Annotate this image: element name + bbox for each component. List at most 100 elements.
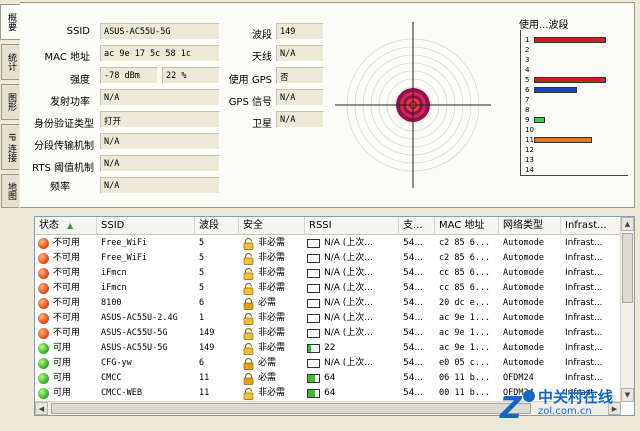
tab-map[interactable]: 地图 <box>1 174 19 208</box>
col-header-rssi[interactable]: RSSI <box>305 217 399 235</box>
vertical-scroll-thumb[interactable] <box>622 233 633 303</box>
band-channel-label: 12 <box>525 146 534 154</box>
infrastructure-cell: Infrast... <box>565 283 603 293</box>
col-header-status[interactable]: 状态 ▲ <box>35 217 97 235</box>
security-cell: 非必需 <box>243 266 305 281</box>
col-header-ssid[interactable]: SSID <box>97 217 195 235</box>
tab-label: 图形 <box>6 93 16 111</box>
unavailable-icon <box>38 238 49 249</box>
band-channel-label: 9 <box>525 116 530 124</box>
scroll-up-button[interactable]: ▲ <box>621 217 634 231</box>
col-header-rate[interactable]: 支... <box>399 217 435 235</box>
horizontal-scroll-thumb[interactable] <box>51 403 531 414</box>
security-cell: 必需 <box>243 371 305 386</box>
status-text: 不可用 <box>53 328 81 338</box>
network-type-cell: Automode <box>503 313 544 323</box>
table-row[interactable]: 不可用 ASUS-AC55U-2.4G 1 非必需 N/A (上次... 54... ac … <box>35 311 621 326</box>
antenna-label: 天线 <box>252 52 272 63</box>
security-cell: 非必需 <box>243 341 305 356</box>
unavailable-icon <box>38 313 49 324</box>
rssi-text: N/A (上次... <box>324 358 373 368</box>
status-cell: 可用 <box>35 371 97 386</box>
svg-text:Z: Z <box>499 391 523 426</box>
status-text: 不可用 <box>53 268 81 278</box>
table-row[interactable]: 不可用 ASUS-AC55U-5G 149 非必需 N/A (上次... 54... ac … <box>35 326 621 341</box>
rts-threshold-label: RTS 阈值机制 <box>32 163 94 174</box>
col-header-mac[interactable]: MAC 地址 <box>435 217 499 235</box>
table-row[interactable]: 不可用 iFmcn 5 非必需 N/A (上次... 54... cc 85 6... Aut… <box>35 281 621 296</box>
band-channel-label: 4 <box>525 66 530 74</box>
tab-ip-connection[interactable]: IP 连接 <box>1 124 19 170</box>
rate-cell: 54... <box>403 328 424 338</box>
infrastructure-cell: Infrast... <box>565 268 603 278</box>
vertical-scrollbar[interactable]: ▲ ▼ <box>620 217 634 402</box>
available-icon <box>38 358 49 369</box>
mac-cell: ac 9e 1... <box>439 313 491 323</box>
rate-cell: 54... <box>403 343 424 353</box>
security-text: 非必需 <box>258 313 286 323</box>
lock-icon <box>243 327 254 340</box>
tab-overview[interactable]: 概要 <box>0 4 20 40</box>
band-channel-label: 7 <box>525 96 530 104</box>
col-header-channel[interactable]: 波段 <box>195 217 239 235</box>
rssi-text: 64 <box>324 388 336 398</box>
security-text: 非必需 <box>258 388 286 398</box>
auth-type-label: 身份验证类型 <box>34 119 94 130</box>
status-text: 可用 <box>53 388 72 398</box>
col-header-network-type[interactable]: 网络类型 <box>499 217 561 235</box>
lock-icon <box>243 372 254 385</box>
table-row[interactable]: 可用 ASUS-AC55U-5G 149 非必需 22 54... ac 9e 1... Au… <box>35 341 621 356</box>
fragmentation-value: N/A <box>100 133 220 150</box>
tab-statistics[interactable]: 统计 <box>1 44 19 80</box>
mac-cell: c2 85 6... <box>439 238 491 248</box>
signal-fill <box>308 345 311 352</box>
infrastructure-cell: Infrast... <box>565 358 603 368</box>
status-text: 不可用 <box>53 283 81 293</box>
rate-cell: 54... <box>403 298 424 308</box>
unavailable-icon <box>38 253 49 264</box>
infrastructure-cell: Infrast... <box>565 328 603 338</box>
sort-ascending-icon: ▲ <box>67 221 74 230</box>
channel-cell: 11 <box>199 373 210 383</box>
channel-cell: 149 <box>199 343 215 353</box>
security-text: 必需 <box>258 358 277 368</box>
network-type-cell: Automode <box>503 283 544 293</box>
signal-strength-icon <box>307 284 320 293</box>
status-text: 可用 <box>53 343 72 353</box>
table-row[interactable]: 不可用 Free_WiFi 5 非必需 N/A (上次... 54... c2 85 6..… <box>35 236 621 251</box>
frequency-label: 频率 <box>50 182 70 193</box>
table-row[interactable]: 不可用 8100 6 必需 N/A (上次... 54... 20 dc e... Autom… <box>35 296 621 311</box>
lock-icon <box>243 297 254 310</box>
gps-signal-label: GPS 信号 <box>228 97 272 108</box>
band-channel-label: 14 <box>525 166 534 174</box>
mac-cell: cc 85 6... <box>439 268 491 278</box>
col-header-security[interactable]: 安全 <box>239 217 305 235</box>
band-row: 2 <box>521 46 628 54</box>
ssid-cell: Free_WiFi <box>101 253 148 263</box>
band-row: 14 <box>521 166 628 174</box>
scroll-left-button[interactable]: ◀ <box>35 402 48 415</box>
band-row: 5 <box>521 76 628 84</box>
infrastructure-cell: Infrast... <box>565 313 603 323</box>
band-row: 1 <box>521 36 628 44</box>
band-usage-bar <box>534 117 545 123</box>
watermark-name: 中关村在线 <box>538 388 614 406</box>
security-text: 非必需 <box>258 253 286 263</box>
table-row[interactable]: 不可用 iFmcn 5 非必需 N/A (上次... 54... cc 85 6... Aut… <box>35 266 621 281</box>
band-channel-label: 5 <box>525 76 530 84</box>
infrastructure-cell: Infrast... <box>565 298 603 308</box>
signal-strength-icon <box>307 389 320 398</box>
channel-cell: 1 <box>199 313 205 323</box>
antenna-value: N/A <box>276 45 324 62</box>
frequency-value: N/A <box>100 177 220 194</box>
tab-graph[interactable]: 图形 <box>1 84 19 120</box>
rssi-text: N/A (上次... <box>324 328 373 338</box>
app-window: 概要 统计 图形 IP 连接 地图 SSID ASUS-AC55U-5G MAC… <box>0 0 640 431</box>
auth-type-value: 打开 <box>100 111 220 128</box>
col-header-label: 状态 <box>39 220 59 231</box>
col-header-infrastructure[interactable]: Infrast... <box>561 217 621 235</box>
table-row[interactable]: 不可用 Free_WiFi 5 非必需 N/A (上次... 54... c2 85 6..… <box>35 251 621 266</box>
band-channel-label: 3 <box>525 56 530 64</box>
available-icon <box>38 388 49 399</box>
table-row[interactable]: 可用 CFG-yw 6 必需 N/A (上次... 54... e0 05 c... Auto… <box>35 356 621 371</box>
